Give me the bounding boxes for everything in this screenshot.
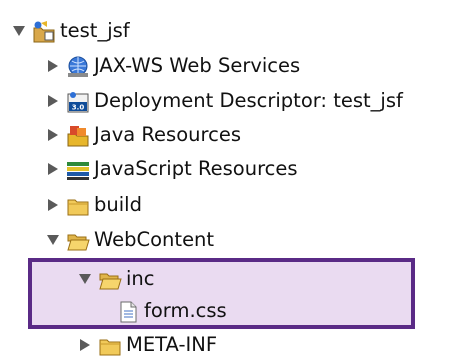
tree-item-label: Deployment Descriptor: test_jsf (94, 89, 403, 113)
tree-item-meta-inf[interactable]: META-INF (78, 328, 217, 362)
folder-icon (98, 334, 121, 356)
tree-item-webcontent[interactable]: WebContent (46, 223, 214, 257)
project-explorer-tree: test_jsf JAX-WS Web Services 3.0 Deploym… (0, 0, 451, 356)
tree-item-label: inc (126, 267, 155, 291)
tree-item-label: build (94, 193, 142, 217)
expand-toggle-icon[interactable] (46, 198, 60, 212)
tree-item-label: form.css (144, 299, 227, 323)
tree-item-inc[interactable]: inc (78, 262, 155, 296)
deployment-descriptor-icon: 3.0 (66, 90, 89, 113)
file-icon (116, 300, 138, 323)
svg-text:3.0: 3.0 (72, 104, 85, 112)
folder-icon (66, 194, 89, 216)
folder-open-icon (66, 229, 90, 251)
expand-toggle-icon[interactable] (46, 128, 60, 142)
tree-item-build[interactable]: build (46, 188, 142, 222)
tree-item-java-resources[interactable]: Java Resources (46, 118, 241, 152)
tree-item-form-css[interactable]: form.css (116, 294, 227, 328)
tree-item-label: META-INF (126, 333, 218, 357)
tree-item-label: test_jsf (60, 19, 130, 43)
expand-toggle-icon[interactable] (46, 233, 60, 247)
tree-item-deployment-descriptor[interactable]: 3.0 Deployment Descriptor: test_jsf (46, 84, 403, 118)
tree-item-label: JAX-WS Web Services (94, 54, 301, 78)
tree-item-label: JavaScript Resources (94, 157, 298, 181)
expand-toggle-icon[interactable] (78, 272, 92, 286)
expand-toggle-icon[interactable] (12, 24, 26, 38)
project-icon (32, 20, 55, 43)
java-resources-icon (66, 124, 89, 147)
expand-toggle-icon[interactable] (46, 162, 60, 176)
tree-item-label: WebContent (94, 228, 215, 252)
tree-item-javascript-resources[interactable]: JavaScript Resources (46, 152, 298, 186)
folder-open-icon (98, 268, 122, 290)
expand-toggle-icon[interactable] (46, 94, 60, 108)
tree-item-label: Java Resources (94, 123, 241, 147)
expand-toggle-icon[interactable] (78, 338, 92, 352)
tree-item-jax-ws-web-services[interactable]: JAX-WS Web Services (46, 49, 300, 83)
expand-toggle-icon[interactable] (46, 59, 60, 73)
web-services-icon (66, 55, 88, 77)
javascript-resources-icon (66, 158, 89, 180)
tree-item-test-jsf[interactable]: test_jsf (12, 14, 130, 48)
